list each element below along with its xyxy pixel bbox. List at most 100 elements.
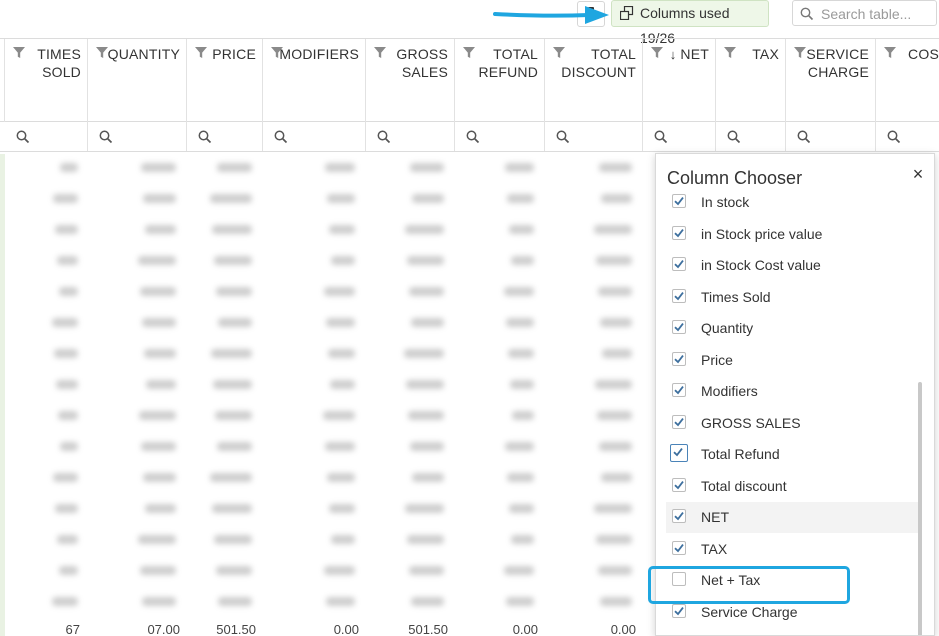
filter-cell-cost[interactable] xyxy=(876,122,939,151)
blurred-cell xyxy=(55,225,78,234)
column-chooser-item[interactable]: Price xyxy=(666,345,920,376)
blurred-cell xyxy=(509,504,534,513)
column-chooser-item-label: Quantity xyxy=(701,320,754,336)
blurred-cell xyxy=(59,287,78,296)
column-chooser-item[interactable]: Times Sold xyxy=(666,282,920,313)
blurred-cell xyxy=(218,318,252,327)
column-header-total-discount[interactable]: TOTAL DISCOUNT xyxy=(545,39,643,122)
column-chooser-item[interactable]: GROSS SALES xyxy=(666,408,920,439)
column-chooser-item[interactable]: in Stock Cost value xyxy=(666,250,920,281)
column-chooser-item[interactable]: In stock xyxy=(666,194,920,218)
columns-used-button[interactable]: Columns used 19/26 xyxy=(611,0,769,46)
column-chooser-item-label: In stock xyxy=(701,194,750,210)
checkbox-unchecked[interactable] xyxy=(672,572,686,586)
column-header-modifiers[interactable]: MODIFIERS xyxy=(263,39,366,122)
column-chooser-item-label: Total discount xyxy=(701,477,787,494)
column-chooser-item[interactable]: Quantity xyxy=(666,313,920,344)
filter-cell-price[interactable] xyxy=(187,122,263,151)
checkbox-checked[interactable] xyxy=(672,414,686,429)
checkbox-checked[interactable] xyxy=(672,225,686,240)
checkbox-checked[interactable] xyxy=(672,603,686,618)
column-header-times-sold[interactable]: TIMES SOLD xyxy=(5,39,88,122)
blurred-cell xyxy=(411,318,444,327)
column-chooser-item[interactable]: TAX xyxy=(666,534,920,565)
checkbox-checked[interactable] xyxy=(672,257,686,271)
filter-icon[interactable] xyxy=(462,46,476,65)
blurred-cell xyxy=(511,256,534,265)
column-header-gross-sales[interactable]: GROSS SALES xyxy=(366,39,455,122)
column-header-cost[interactable]: COS xyxy=(876,39,939,122)
blurred-cell xyxy=(216,287,252,296)
column-header-line1: TOTAL xyxy=(591,46,636,62)
filter-cell-modifiers[interactable] xyxy=(263,122,366,151)
filter-cell-gross-sales[interactable] xyxy=(366,122,455,151)
annotation-arrow-icon xyxy=(493,6,609,24)
column-chooser-item[interactable]: Total Refund xyxy=(666,439,920,470)
column-chooser-item-label: Times Sold xyxy=(701,288,771,305)
table-cell: 0.00 xyxy=(333,622,359,636)
filter-cell-service-charge[interactable] xyxy=(786,122,876,151)
checkbox-checked[interactable] xyxy=(672,288,686,303)
filter-cell-tax[interactable] xyxy=(716,122,786,151)
table-cell: 0.00 xyxy=(512,622,538,636)
column-chooser-item-label: Modifiers xyxy=(701,383,758,399)
column-header-line1: COS xyxy=(908,46,939,62)
table-cell: 501.50 xyxy=(408,622,448,636)
checkbox-checked[interactable] xyxy=(672,320,686,334)
column-header-label: GROSS SALES xyxy=(396,45,448,81)
column-header-price[interactable]: PRICE xyxy=(187,39,263,122)
column-header-tax[interactable]: TAX xyxy=(716,39,786,122)
blurred-cell xyxy=(404,349,444,358)
column-chooser-item[interactable]: NET xyxy=(666,502,920,533)
filter-cell-quantity[interactable] xyxy=(88,122,187,151)
filter-icon[interactable] xyxy=(194,46,208,65)
column-header-total-refund[interactable]: TOTAL REFUND xyxy=(455,39,545,122)
close-icon[interactable]: × xyxy=(909,165,927,183)
column-chooser-item[interactable]: in Stock price value xyxy=(666,219,920,250)
column-chooser-item[interactable]: Service Charge xyxy=(666,597,920,628)
column-chooser-item[interactable]: Total discount xyxy=(666,471,920,502)
blurred-cell xyxy=(511,535,534,544)
column-header-line2: REFUND xyxy=(478,64,538,80)
filter-cell-total-discount[interactable] xyxy=(545,122,643,151)
search-table[interactable] xyxy=(792,0,937,26)
blurred-cell xyxy=(327,194,355,203)
checkbox-checked[interactable] xyxy=(672,383,686,397)
blurred-cell xyxy=(598,566,632,575)
column-chooser-title: Column Chooser xyxy=(667,168,803,188)
blurred-cell xyxy=(512,411,534,420)
column-header-quantity[interactable]: QUANTITY xyxy=(88,39,187,122)
blurred-cell xyxy=(330,380,355,389)
blurred-cell xyxy=(507,473,534,482)
filter-icon[interactable] xyxy=(12,46,26,65)
column-header-line1: GROSS xyxy=(396,46,448,62)
column-header-line2: SALES xyxy=(401,64,448,80)
column-chooser-item[interactable]: Net + Tax xyxy=(666,565,920,596)
column-header-line2: SOLD xyxy=(42,64,81,80)
blurred-cell xyxy=(405,225,444,234)
column-header-net[interactable]: ↓ NET xyxy=(643,39,716,122)
filter-icon[interactable] xyxy=(373,46,387,65)
column-header-service-charge[interactable]: SERVICE CHARGE xyxy=(786,39,876,122)
filter-cell-total-refund[interactable] xyxy=(455,122,545,151)
filter-cell-times-sold[interactable] xyxy=(5,122,88,151)
filter-icon[interactable] xyxy=(650,46,664,65)
table-row: 67 07.00 501.50 0.00 501.50 0.00 0.00 xyxy=(0,622,650,636)
checkbox-checked[interactable] xyxy=(670,444,688,462)
filter-icon[interactable] xyxy=(883,46,897,65)
filter-icon[interactable] xyxy=(723,46,737,65)
column-chooser-scrollbar[interactable] xyxy=(918,382,922,635)
filter-cell-net[interactable] xyxy=(643,122,716,151)
column-chooser-item[interactable]: Modifiers xyxy=(666,376,920,407)
blurred-cell xyxy=(329,225,355,234)
checkbox-checked[interactable] xyxy=(672,194,686,208)
search-input[interactable] xyxy=(819,4,935,24)
blurred-cell xyxy=(139,411,176,420)
checkbox-checked[interactable] xyxy=(672,509,686,523)
blurred-cell xyxy=(214,256,252,265)
checkbox-checked[interactable] xyxy=(672,540,686,555)
checkbox-checked[interactable] xyxy=(672,477,686,492)
filter-icon[interactable] xyxy=(793,46,807,65)
blurred-cell xyxy=(602,349,632,358)
checkbox-checked[interactable] xyxy=(672,351,686,366)
